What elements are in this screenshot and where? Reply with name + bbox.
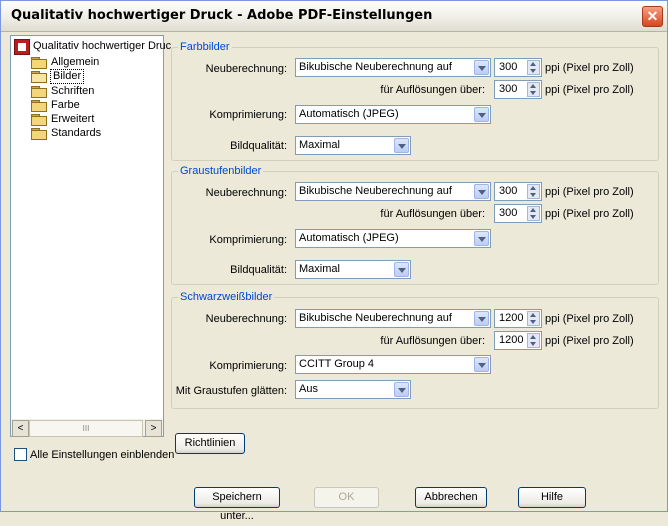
farb-quality-select[interactable]: Maximal [295, 136, 411, 155]
sw-compress-label: Komprimierung: [209, 360, 287, 372]
grau-above-label: für Auflösungen über: [380, 208, 485, 220]
farb-resample-value: Bikubische Neuberechnung auf [299, 61, 452, 73]
sw-ppi-unit: ppi (Pixel pro Zoll) [545, 313, 634, 325]
spin-arrows-icon[interactable] [527, 333, 540, 348]
scroll-right-icon[interactable]: > [145, 420, 162, 437]
window-title: Qualitativ hochwertiger Druck - Adobe PD… [11, 8, 433, 23]
scroll-thumb[interactable]: III [29, 420, 143, 437]
farb-above-value: 300 [499, 83, 518, 95]
sw-compress-select[interactable]: CCITT Group 4 [295, 355, 491, 374]
grau-ppi-stepper[interactable]: 300 [494, 182, 542, 201]
spin-arrows-icon[interactable] [527, 206, 540, 221]
farb-ppi-value: 300 [499, 61, 518, 73]
sw-above-label: für Auflösungen über: [380, 335, 485, 347]
tree-item-bilder[interactable]: Bilder [50, 69, 85, 84]
help-button[interactable]: Hilfe [518, 487, 586, 508]
sw-ppi-value: 1200 [499, 312, 524, 324]
tree-item-standards[interactable]: Standards [51, 126, 101, 140]
chevron-down-icon[interactable] [474, 357, 489, 372]
grau-ppi-unit: ppi (Pixel pro Zoll) [545, 186, 634, 198]
chevron-down-icon[interactable] [394, 382, 409, 397]
spin-arrows-icon[interactable] [527, 60, 540, 75]
sw-above-stepper[interactable]: 1200 [494, 331, 542, 350]
farb-compress-value: Automatisch (JPEG) [299, 108, 399, 120]
grau-quality-label: Bildqualität: [230, 264, 287, 276]
folder-icon [31, 86, 47, 98]
farb-quality-label: Bildqualität: [230, 140, 287, 152]
settings-tree[interactable]: Qualitativ hochwertiger Druc Allgemein B… [10, 35, 171, 437]
tree-horizontal-scrollbar[interactable]: < III > [10, 419, 164, 437]
chevron-down-icon[interactable] [474, 231, 489, 246]
tree-item-schriften[interactable]: Schriften [51, 84, 94, 98]
farb-compress-label: Komprimierung: [209, 109, 287, 121]
folder-icon [31, 100, 47, 112]
folder-icon [31, 128, 47, 140]
grau-resample-select[interactable]: Bikubische Neuberechnung auf [295, 182, 491, 201]
scroll-left-icon[interactable]: < [12, 420, 29, 437]
farb-compress-select[interactable]: Automatisch (JPEG) [295, 105, 491, 124]
chevron-down-icon[interactable] [474, 184, 489, 199]
grau-quality-select[interactable]: Maximal [295, 260, 411, 279]
spin-arrows-icon[interactable] [527, 184, 540, 199]
tree-root-item[interactable]: Qualitativ hochwertiger Druc [33, 39, 171, 53]
sw-ppi-stepper[interactable]: 1200 [494, 309, 542, 328]
grau-resample-value: Bikubische Neuberechnung auf [299, 185, 452, 197]
ok-button[interactable]: OK [314, 487, 379, 508]
spin-arrows-icon[interactable] [527, 311, 540, 326]
sw-smooth-value: Aus [299, 383, 318, 395]
show-all-label: Alle Einstellungen einblenden [30, 449, 175, 461]
tree-item-farbe[interactable]: Farbe [51, 98, 80, 112]
grau-compress-value: Automatisch (JPEG) [299, 232, 399, 244]
farb-ppi-stepper[interactable]: 300 [494, 58, 542, 77]
chevron-down-icon[interactable] [474, 107, 489, 122]
chevron-down-icon[interactable] [394, 262, 409, 277]
grau-compress-label: Komprimierung: [209, 234, 287, 246]
sw-compress-value: CCITT Group 4 [299, 358, 374, 370]
spin-arrows-icon[interactable] [527, 82, 540, 97]
graustufen-legend: Graustufenbilder [178, 165, 264, 177]
sw-above-value: 1200 [499, 334, 524, 346]
farb-resample-select[interactable]: Bikubische Neuberechnung auf [295, 58, 491, 77]
sw-smooth-select[interactable]: Aus [295, 380, 411, 399]
folder-icon [31, 114, 47, 126]
chevron-down-icon[interactable] [394, 138, 409, 153]
schwarzweiss-legend: Schwarzweißbilder [178, 291, 275, 303]
grau-compress-select[interactable]: Automatisch (JPEG) [295, 229, 491, 248]
farb-above-label: für Auflösungen über: [380, 84, 485, 96]
close-icon[interactable]: ✕ [642, 6, 663, 27]
farb-ppi-unit: ppi (Pixel pro Zoll) [545, 62, 634, 74]
sw-resample-value: Bikubische Neuberechnung auf [299, 312, 452, 324]
farb-quality-value: Maximal [299, 139, 340, 151]
guidelines-button[interactable]: Richtlinien [175, 433, 245, 454]
show-all-checkbox[interactable] [14, 448, 27, 461]
tree-item-allgemein[interactable]: Allgemein [51, 55, 99, 69]
farb-resample-label: Neuberechnung: [205, 63, 287, 75]
farb-above-unit: ppi (Pixel pro Zoll) [545, 84, 634, 96]
save-as-button[interactable]: Speichern unter... [194, 487, 280, 522]
dialog-window: Qualitativ hochwertiger Druck - Adobe PD… [0, 0, 668, 522]
grau-resample-label: Neuberechnung: [205, 187, 287, 199]
folder-icon [31, 57, 47, 69]
grau-above-value: 300 [499, 207, 518, 219]
cancel-button[interactable]: Abbrechen [415, 487, 487, 508]
grau-above-stepper[interactable]: 300 [494, 204, 542, 223]
tree-item-erweitert[interactable]: Erweitert [51, 112, 94, 126]
farb-above-stepper[interactable]: 300 [494, 80, 542, 99]
sw-resample-label: Neuberechnung: [205, 313, 287, 325]
farbbilder-legend: Farbbilder [178, 41, 232, 53]
grau-quality-value: Maximal [299, 263, 340, 275]
title-bar[interactable]: Qualitativ hochwertiger Druck - Adobe PD… [1, 1, 667, 32]
chevron-down-icon[interactable] [474, 311, 489, 326]
sw-resample-select[interactable]: Bikubische Neuberechnung auf [295, 309, 491, 328]
folder-open-icon [31, 71, 47, 83]
grau-ppi-value: 300 [499, 185, 518, 197]
sw-above-unit: ppi (Pixel pro Zoll) [545, 335, 634, 347]
pdf-settings-icon [14, 39, 30, 55]
sw-smooth-label: Mit Graustufen glätten: [175, 385, 287, 397]
chevron-down-icon[interactable] [474, 60, 489, 75]
grau-above-unit: ppi (Pixel pro Zoll) [545, 208, 634, 220]
